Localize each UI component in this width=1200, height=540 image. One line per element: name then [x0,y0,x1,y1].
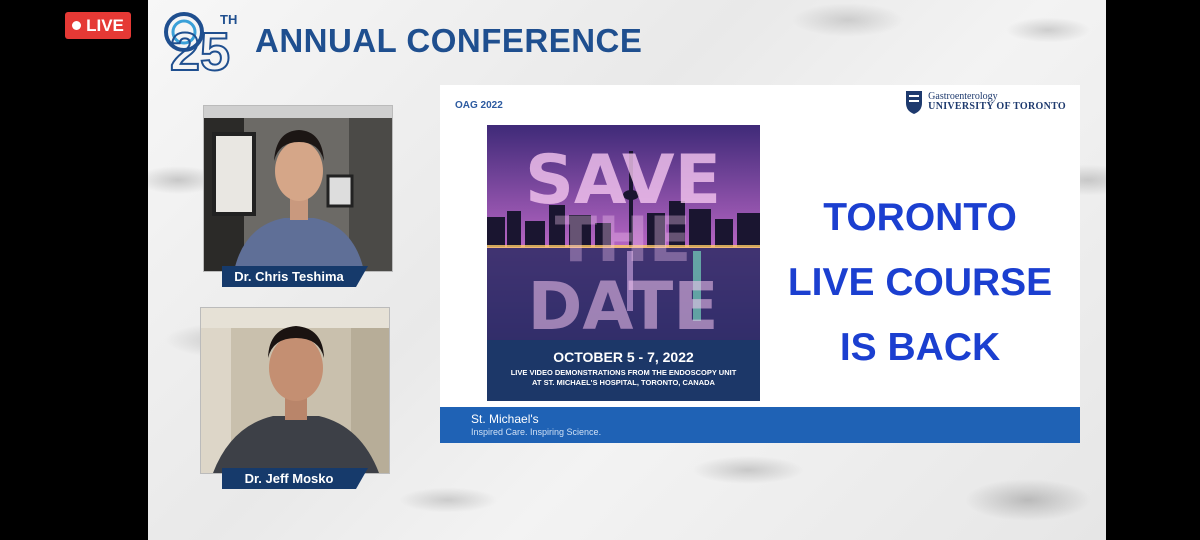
poster-info-band: OCTOBER 5 - 7, 2022 LIVE VIDEO DEMONSTRA… [487,340,760,401]
speaker-1-video-frame [204,106,392,271]
speaker-name-2: Dr. Jeff Mosko [244,471,334,486]
speaker-video-2 [200,307,390,474]
live-badge: LIVE [65,12,131,39]
hospital-tagline: Inspired Care. Inspiring Science. [471,427,602,437]
slide-tag: OAG 2022 [455,100,503,111]
speaker-name-1: Dr. Chris Teshima [234,269,344,284]
speaker-2-video-frame [201,308,389,473]
live-label: LIVE [86,15,124,35]
conference-logo-icon: 25 TH [164,12,237,74]
conference-superscript: TH [220,12,237,27]
save-the-date-poster: SAVE THE DATE OCTOBER 5 - 7, 2022 LIVE V… [487,125,760,401]
crest-icon [906,91,923,114]
poster-subtitle: LIVE VIDEO DEMONSTRATIONS FROM THE ENDOS… [487,368,760,388]
stage: 25 TH ANNUAL CONFERENCE Dr. Chris Teshim… [148,0,1106,540]
hospital-name: St. Michael's [471,412,539,426]
slide-footer: St. Michael's Inspired Care. Inspiring S… [440,407,1080,443]
conference-number: 25 [170,22,230,74]
headline-line1: TORONTO [823,196,1017,239]
speaker-video-1 [203,105,393,272]
conference-title: ANNUAL CONFERENCE [255,22,643,59]
poster-sub-line1: LIVE VIDEO DEMONSTRATIONS FROM THE ENDOS… [510,368,737,377]
speaker-name-tag-2: Dr. Jeff Mosko [222,468,368,489]
headline-line2: LIVE COURSE [787,261,1053,304]
university-logo: Gastroenterology UNIVERSITY OF TORONTO [904,89,1066,115]
university-line2: UNIVERSITY OF TORONTO [928,101,1066,112]
poster-word-date: DATE [528,268,719,345]
shared-slide: OAG 2022 Gastroenterology UNIVERSITY OF … [440,85,1080,443]
poster-date: OCTOBER 5 - 7, 2022 [553,349,694,365]
headline-line3: IS BACK [839,326,1001,369]
poster-sub-line2: AT ST. MICHAEL'S HOSPITAL, TORONTO, CANA… [532,377,715,387]
poster-word-the: THE [555,203,692,276]
speaker-name-tag-1: Dr. Chris Teshima [222,266,368,287]
live-dot-icon [72,21,82,30]
slide-headline: TORONTO LIVE COURSE IS BACK [760,185,1080,380]
